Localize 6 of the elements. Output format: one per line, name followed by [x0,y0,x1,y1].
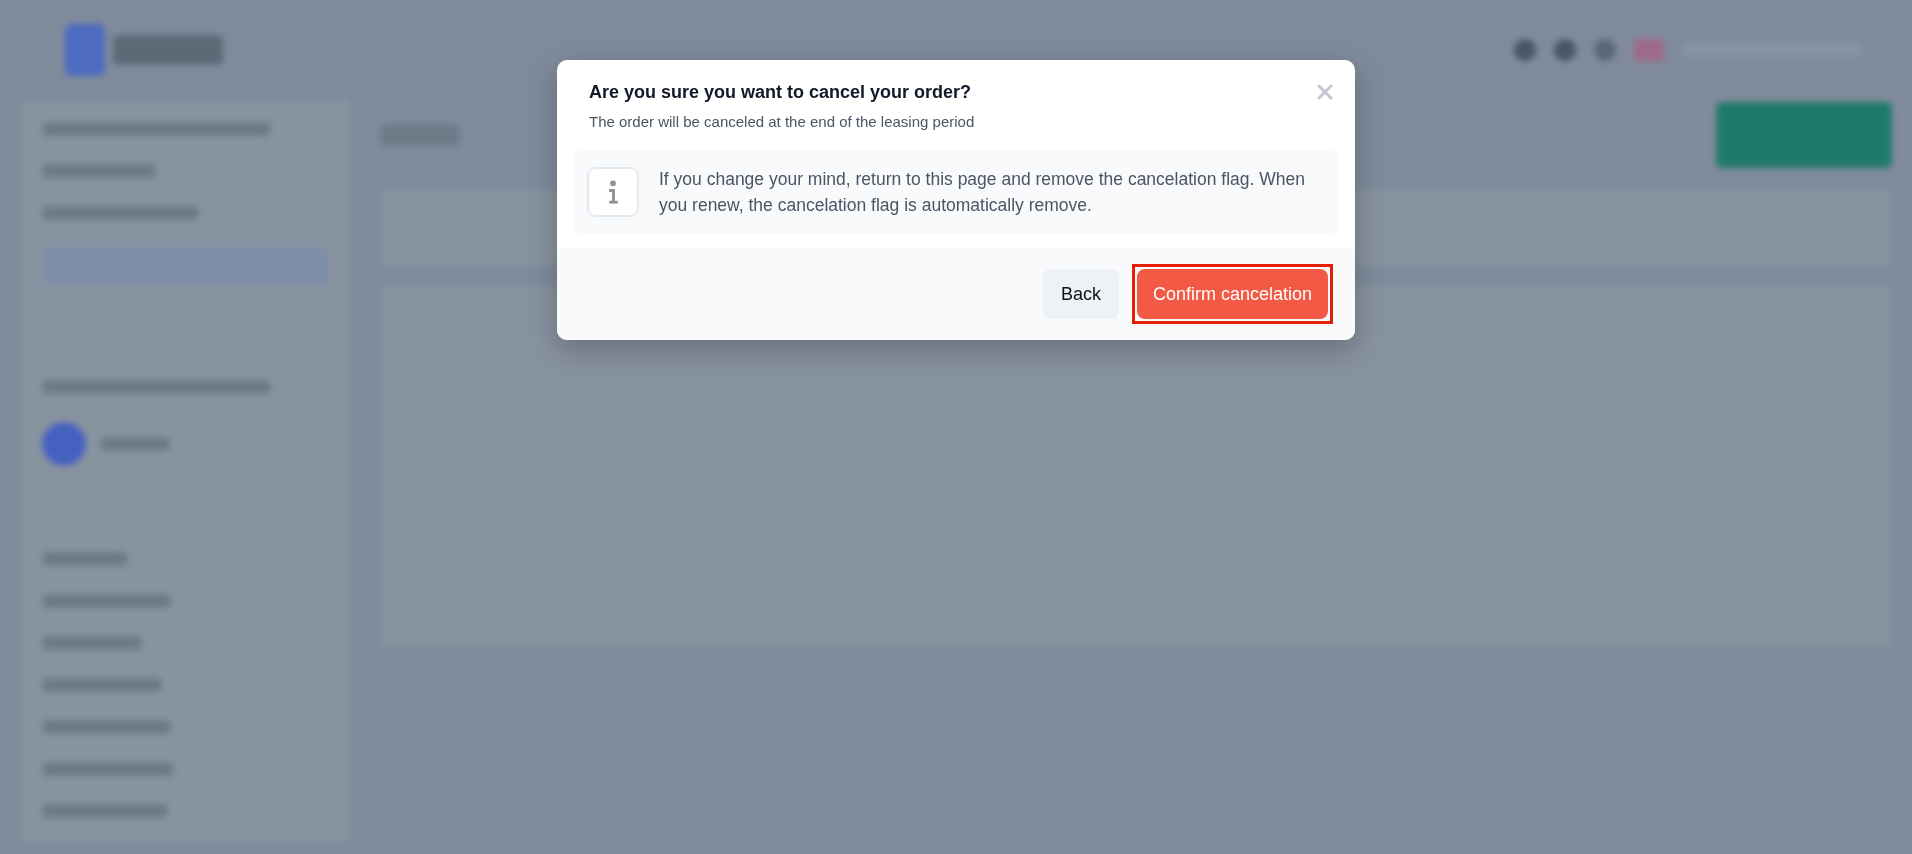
dialog-title: Are you sure you want to cancel your order? [589,82,973,103]
info-icon [587,167,639,217]
dialog-subtitle: The order will be canceled at the end of the leasing period [589,113,976,130]
back-button[interactable]: Back [1042,269,1119,319]
notice-text: If you change your mind, return to this page and remove the cancelation flag. When you renew, the cancelation flag is automatically remove. [659,168,1306,217]
close-icon[interactable] [1317,84,1333,100]
